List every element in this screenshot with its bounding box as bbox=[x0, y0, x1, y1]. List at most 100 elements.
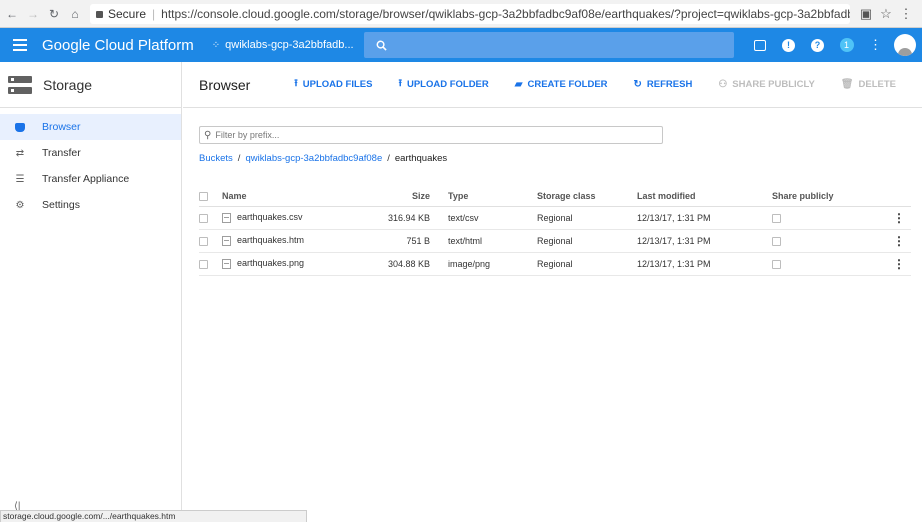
storage-class: Regional bbox=[537, 229, 637, 253]
upload-folder-button[interactable]: ⭱ UPLOAD FOLDER bbox=[398, 76, 488, 93]
folder-add-icon: ▰ bbox=[514, 79, 523, 90]
sidebar-item-browser[interactable]: Browser bbox=[0, 114, 181, 140]
file-type: image/png bbox=[448, 252, 537, 276]
upload-icon: ⭱ bbox=[294, 78, 298, 89]
upload-files-button[interactable]: ⭱ UPLOAD FILES bbox=[294, 76, 372, 93]
file-name-cell[interactable]: earthquakes.png bbox=[222, 252, 344, 276]
bucket-icon bbox=[14, 121, 26, 133]
menu-icon[interactable] bbox=[0, 38, 40, 53]
file-icon bbox=[222, 258, 231, 269]
delete-button[interactable]: 🗑 DELETE bbox=[841, 79, 896, 90]
column-header-type[interactable]: Type bbox=[448, 186, 537, 207]
breadcrumb-buckets-link[interactable]: Buckets bbox=[199, 153, 233, 164]
search-icon: ⚲ bbox=[204, 129, 212, 141]
notification-count: 1 bbox=[839, 38, 854, 52]
sidebar: Storage Browser ⇄ Transfer ☰ Transfer Ap… bbox=[0, 62, 182, 522]
column-header-name[interactable]: Name bbox=[222, 186, 344, 207]
console-header: Google Cloud Platform ⁘ qwiklabs-gcp-3a2… bbox=[0, 28, 922, 62]
breadcrumb-bucket-link[interactable]: qwiklabs-gcp-3a2bbfadbc9af08e bbox=[245, 153, 382, 164]
file-size: 751 B bbox=[344, 229, 448, 253]
share-publicly-checkbox[interactable] bbox=[772, 236, 781, 246]
column-header-share-publicly: Share publicly bbox=[772, 186, 882, 207]
last-modified: 12/13/17, 1:31 PM bbox=[637, 206, 772, 230]
column-header-storage-class[interactable]: Storage class bbox=[537, 186, 637, 207]
back-icon[interactable]: ← bbox=[3, 5, 21, 23]
breadcrumb: Buckets / qwiklabs-gcp-3a2bbfadbc9af08e … bbox=[199, 153, 448, 164]
table-row: earthquakes.png 304.88 KB image/png Regi… bbox=[199, 252, 911, 276]
refresh-button[interactable]: ↻ REFRESH bbox=[634, 79, 693, 90]
column-header-last-modified[interactable]: Last modified bbox=[637, 186, 772, 207]
file-size: 304.88 KB bbox=[344, 252, 448, 276]
upload-icon: ⭱ bbox=[398, 78, 402, 89]
file-size: 316.94 KB bbox=[344, 206, 448, 230]
file-name[interactable]: earthquakes.csv bbox=[237, 212, 303, 222]
share-publicly-checkbox[interactable] bbox=[772, 259, 781, 269]
row-more-icon[interactable]: ⋮ bbox=[882, 206, 911, 230]
link-status-bar: storage.cloud.google.com/.../earthquakes… bbox=[0, 510, 307, 522]
action-toolbar: Browser ⭱ UPLOAD FILES ⭱ UPLOAD FOLDER ▰ CR… bbox=[183, 62, 922, 108]
more-options-icon[interactable]: ⋮ bbox=[861, 37, 890, 53]
share-publicly-checkbox[interactable] bbox=[772, 213, 781, 223]
forward-icon[interactable]: → bbox=[24, 5, 42, 23]
home-icon[interactable]: ⌂ bbox=[66, 5, 84, 23]
project-selector[interactable]: ⁘ qwiklabs-gcp-3a2bbfadb... ▼ bbox=[212, 39, 376, 51]
file-icon bbox=[222, 212, 231, 223]
transfer-icon: ⇄ bbox=[15, 147, 25, 159]
chrome-menu-icon[interactable]: ⋮ bbox=[896, 6, 916, 22]
filter-input[interactable]: ⚲ Filter by prefix... bbox=[199, 126, 663, 144]
trash-icon: 🗑 bbox=[840, 79, 854, 90]
search-icon bbox=[376, 40, 387, 51]
lock-icon bbox=[96, 11, 103, 18]
file-name[interactable]: earthquakes.htm bbox=[237, 235, 304, 245]
sidebar-item-settings[interactable]: ⚙ Settings bbox=[0, 192, 181, 218]
select-all-checkbox[interactable] bbox=[199, 191, 208, 201]
create-folder-button[interactable]: ▰ CREATE FOLDER bbox=[515, 79, 608, 90]
sidebar-item-transfer-appliance[interactable]: ☰ Transfer Appliance bbox=[0, 166, 181, 192]
table-header-row: Name Size Type Storage class Last modifi… bbox=[199, 186, 911, 207]
avatar[interactable] bbox=[894, 34, 916, 56]
feedback-icon[interactable]: ! bbox=[774, 38, 803, 52]
sidebar-item-transfer[interactable]: ⇄ Transfer bbox=[0, 140, 181, 166]
people-icon: ⚇ bbox=[718, 79, 728, 90]
row-checkbox[interactable] bbox=[199, 259, 208, 269]
reload-icon[interactable]: ↻ bbox=[45, 5, 63, 23]
project-name: qwiklabs-gcp-3a2bbfadb... bbox=[225, 39, 354, 51]
sidebar-header: Storage bbox=[0, 62, 181, 108]
url-text: https://console.cloud.google.com/storage… bbox=[161, 6, 850, 21]
browser-toolbar: ← → ↻ ⌂ Secure | https://console.cloud.g… bbox=[0, 0, 922, 28]
table-row: earthquakes.csv 316.94 KB text/csv Regio… bbox=[199, 206, 911, 230]
last-modified: 12/13/17, 1:31 PM bbox=[637, 252, 772, 276]
project-icon: ⁘ bbox=[211, 39, 221, 51]
gear-icon: ⚙ bbox=[15, 199, 25, 211]
last-modified: 12/13/17, 1:31 PM bbox=[637, 229, 772, 253]
secure-indicator[interactable]: Secure bbox=[96, 7, 146, 21]
list-icon: ☰ bbox=[15, 173, 25, 185]
storage-icon bbox=[8, 75, 32, 94]
help-icon[interactable]: ? bbox=[803, 38, 832, 52]
file-name[interactable]: earthquakes.png bbox=[237, 258, 304, 268]
cloud-shell-icon[interactable] bbox=[745, 39, 774, 51]
bookmark-star-icon[interactable]: ☆ bbox=[876, 6, 896, 22]
file-name-cell[interactable]: earthquakes.htm bbox=[222, 229, 344, 253]
address-bar[interactable]: Secure | https://console.cloud.google.co… bbox=[90, 3, 850, 24]
table-row: earthquakes.htm 751 B text/html Regional… bbox=[199, 229, 911, 253]
file-icon bbox=[222, 235, 231, 246]
row-more-icon[interactable]: ⋮ bbox=[882, 229, 911, 253]
row-checkbox[interactable] bbox=[199, 213, 208, 223]
row-more-icon[interactable]: ⋮ bbox=[882, 252, 911, 276]
file-type: text/html bbox=[448, 229, 537, 253]
storage-class: Regional bbox=[537, 206, 637, 230]
file-name-cell[interactable]: earthquakes.csv bbox=[222, 206, 344, 230]
search-bar[interactable] bbox=[364, 32, 734, 58]
share-publicly-button[interactable]: ⚇ SHARE PUBLICLY bbox=[718, 79, 815, 90]
brand-title[interactable]: Google Cloud Platform bbox=[42, 37, 194, 54]
breadcrumb-current-folder: earthquakes bbox=[394, 153, 448, 164]
notifications-icon[interactable]: 1 bbox=[832, 38, 861, 52]
extension-icon[interactable]: ▣ bbox=[856, 6, 876, 22]
file-type: text/csv bbox=[448, 206, 537, 230]
row-checkbox[interactable] bbox=[199, 236, 208, 246]
page-title: Browser bbox=[199, 76, 251, 93]
objects-table: Name Size Type Storage class Last modifi… bbox=[199, 186, 911, 276]
column-header-size[interactable]: Size bbox=[344, 186, 448, 207]
filter-placeholder: Filter by prefix... bbox=[215, 130, 280, 140]
